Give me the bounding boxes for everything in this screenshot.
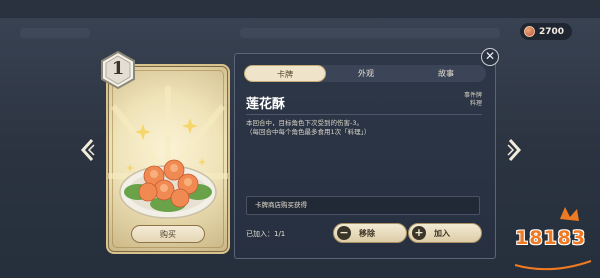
next-card-arrow-icon[interactable] xyxy=(506,138,522,162)
site-watermark-logo: 18183 xyxy=(505,205,597,273)
remove-button[interactable]: − 移除 xyxy=(333,223,407,243)
cost-badge: 1 xyxy=(100,50,136,90)
card-tags: 事件牌 料理 xyxy=(440,92,482,108)
watermark-text: 18183 xyxy=(515,227,587,249)
lotus-pastry-dish-icon xyxy=(119,159,217,219)
remove-label: 移除 xyxy=(359,228,375,238)
acquisition-source: 卡牌商店购买获得 xyxy=(246,196,480,215)
add-button[interactable]: + 加入 xyxy=(408,223,482,243)
card-title: 莲花酥 xyxy=(246,97,286,112)
tab-story[interactable]: 故事 xyxy=(406,65,486,82)
lotus-pastry-card: 购买 xyxy=(106,64,230,254)
card-description: 本回合中，目标角色下次受到的伤害-3。 （每回合中每个角色最多食用1次「料理」） xyxy=(246,119,482,137)
plus-icon: + xyxy=(412,226,426,240)
currency-display: 2700 xyxy=(520,23,572,40)
tab-appearance[interactable]: 外观 xyxy=(326,65,406,82)
background-panel xyxy=(240,28,500,38)
divider xyxy=(246,114,482,115)
background-topbar xyxy=(0,0,600,18)
close-icon[interactable]: ✕ xyxy=(481,48,499,66)
add-label: 加入 xyxy=(434,228,450,238)
description-line: （每回合中每个角色最多食用1次「料理」） xyxy=(246,128,371,136)
currency-amount: 2700 xyxy=(539,26,565,37)
description-line: 本回合中，目标角色下次受到的伤害-3。 xyxy=(246,119,363,127)
minus-icon: − xyxy=(337,226,351,240)
background-panel xyxy=(20,28,90,38)
previous-card-arrow-icon[interactable] xyxy=(80,138,96,162)
added-count: 已加入：1/1 xyxy=(246,230,286,238)
detail-tabs: 卡牌 外观 故事 xyxy=(244,65,486,82)
tab-card[interactable]: 卡牌 xyxy=(244,65,326,82)
tag-food: 料理 xyxy=(469,100,482,107)
buy-button[interactable]: 购买 xyxy=(131,225,205,243)
coin-icon xyxy=(524,26,535,37)
cost-value: 1 xyxy=(111,58,125,79)
tag-event-card: 事件牌 xyxy=(463,92,482,99)
